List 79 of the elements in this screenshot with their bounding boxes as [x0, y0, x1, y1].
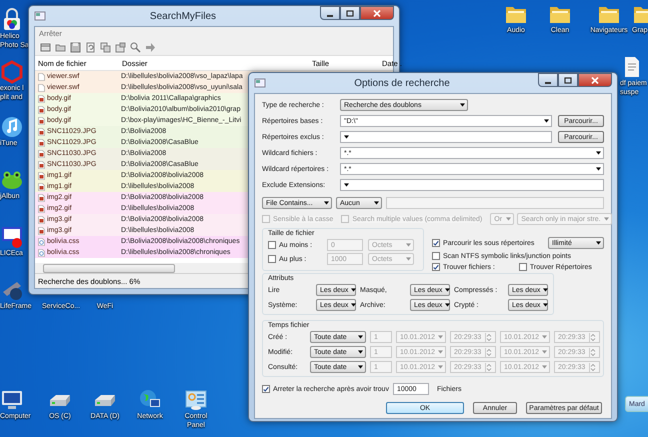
caret-icon	[604, 217, 609, 221]
image-file-icon	[38, 150, 45, 158]
refresh-icon[interactable]	[85, 42, 96, 52]
maximize-icon	[564, 76, 572, 84]
caret-icon	[351, 303, 356, 307]
checkbox[interactable]	[518, 263, 527, 271]
close-icon	[373, 10, 381, 16]
caret-icon	[542, 365, 548, 369]
checkbox[interactable]	[432, 239, 440, 247]
close-button[interactable]	[578, 73, 612, 87]
caret-icon	[596, 241, 601, 245]
maximize-button[interactable]	[558, 73, 578, 87]
maximize-icon	[346, 10, 354, 16]
image-file-icon	[38, 194, 45, 202]
image-file-icon	[38, 226, 45, 234]
caret-icon	[358, 350, 363, 354]
image-file-icon	[38, 216, 45, 224]
caret-icon	[358, 335, 363, 339]
image-file-icon	[38, 138, 45, 146]
checkbox[interactable]	[262, 385, 270, 393]
caret-icon	[344, 183, 349, 187]
app-icon	[254, 77, 266, 89]
image-file-icon	[38, 106, 45, 114]
spinner-icon	[589, 362, 596, 372]
minimize-button[interactable]	[320, 6, 340, 20]
spinner-icon	[589, 332, 596, 342]
caret-icon	[542, 335, 548, 339]
caret-icon	[596, 167, 601, 171]
caret-icon	[543, 303, 548, 307]
spinner-icon	[485, 332, 492, 342]
image-file-icon	[38, 172, 45, 180]
image-file-icon	[38, 182, 45, 190]
caret-icon	[324, 201, 329, 205]
caret-icon	[596, 151, 601, 155]
caret-icon	[358, 365, 363, 369]
app-icon	[34, 10, 46, 22]
caret-icon	[542, 350, 548, 354]
maximize-button[interactable]	[340, 6, 360, 20]
caret-icon	[506, 217, 512, 221]
copy-icon[interactable]	[100, 42, 111, 52]
caret-icon	[445, 288, 450, 292]
caret-icon	[344, 135, 349, 139]
text-field[interactable]	[386, 197, 604, 209]
spinner-icon	[589, 348, 596, 356]
caret-icon	[374, 201, 379, 205]
stylesheet-file-icon	[38, 248, 45, 256]
view-icon[interactable]	[40, 42, 51, 52]
caret-icon	[445, 303, 450, 307]
spinner-icon	[485, 362, 492, 372]
image-file-icon	[38, 204, 45, 212]
close-button[interactable]	[360, 6, 394, 20]
save-icon[interactable]	[70, 42, 81, 52]
spinner-icon	[485, 348, 492, 356]
image-file-icon	[38, 116, 45, 124]
caret-icon	[438, 350, 444, 354]
control-panel-icon[interactable]	[184, 388, 208, 412]
caret-icon	[438, 335, 444, 339]
image-file-icon	[38, 160, 45, 168]
minimize-button[interactable]	[538, 73, 558, 87]
properties-icon[interactable]	[115, 42, 126, 52]
stylesheet-file-icon	[38, 238, 45, 246]
caret-icon	[438, 365, 444, 369]
checkbox[interactable]	[432, 252, 440, 260]
caret-icon	[406, 243, 411, 247]
image-file-icon	[38, 128, 45, 136]
checkbox[interactable]	[432, 263, 440, 271]
exit-icon[interactable]	[145, 42, 156, 52]
close-icon	[591, 76, 599, 84]
folder-icon[interactable]	[55, 42, 66, 52]
find-icon[interactable]	[130, 42, 141, 52]
caret-icon	[543, 288, 548, 292]
caret-icon	[544, 119, 549, 123]
computer-icon[interactable]	[0, 388, 24, 412]
image-file-icon	[38, 94, 45, 102]
capture-icon[interactable]	[0, 225, 24, 249]
window-title: SearchMyFiles	[150, 10, 216, 22]
caret-icon	[406, 257, 411, 261]
music-icon[interactable]	[0, 115, 24, 139]
caret-icon	[460, 103, 465, 107]
